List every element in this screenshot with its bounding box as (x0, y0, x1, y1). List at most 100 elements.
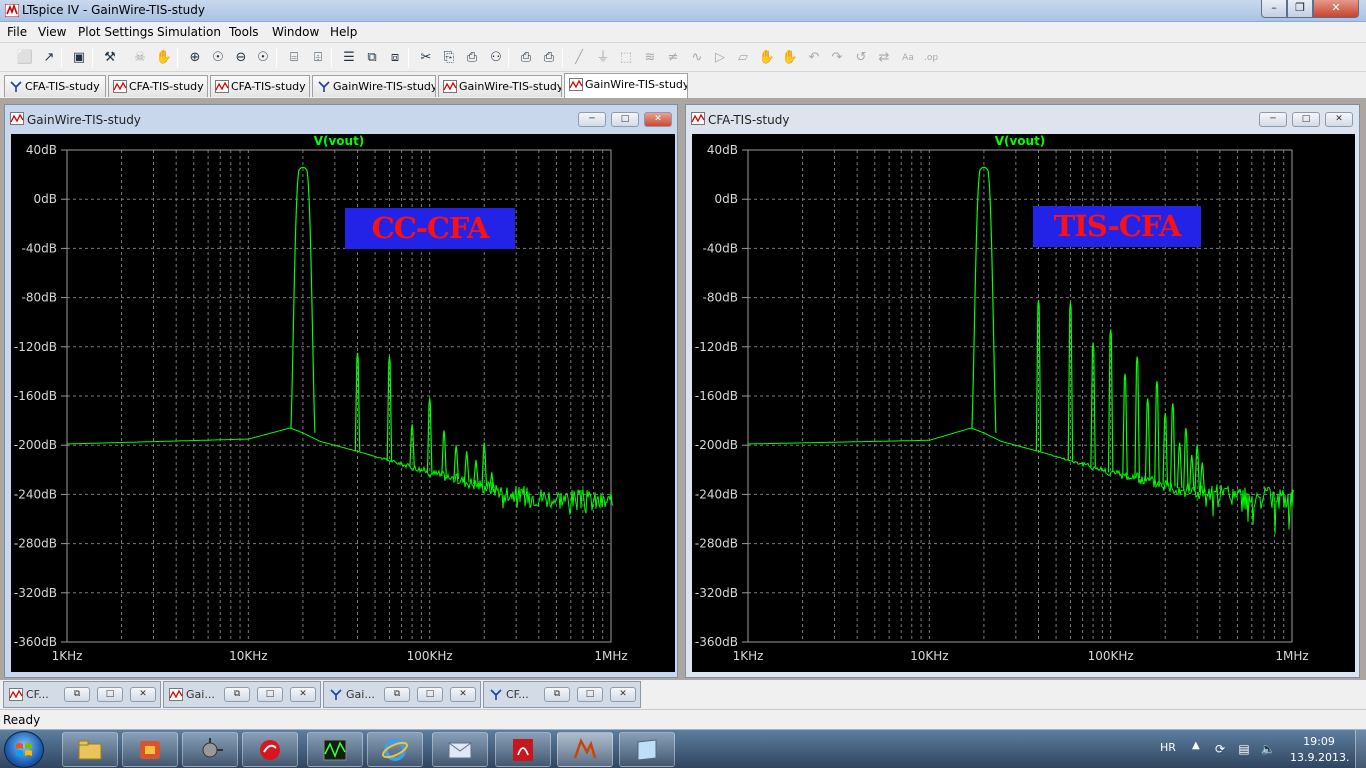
plot-window-gainwire[interactable]: GainWire-TIS-study ─ □ ✕ V(vout) 40dB 0dB -… (4, 104, 678, 678)
start-button[interactable] (4, 731, 44, 768)
pan-hand-icon[interactable]: ✋ (155, 49, 173, 67)
wire-icon[interactable]: ╱ (570, 49, 588, 67)
menu-simulation[interactable]: Simulation (157, 25, 221, 39)
ground-icon[interactable]: ⏚ (594, 49, 612, 67)
window-maximize-button[interactable]: □ (611, 112, 639, 127)
tab-plot[interactable]: CFA-TIS-study (210, 75, 310, 97)
drag-icon[interactable]: ✋ (781, 49, 799, 67)
plot-window-cfa[interactable]: CFA-TIS-study ─ □ ✕ V(vout) 40dB 0dB -40dB -… (685, 104, 1360, 678)
harmonic-peak[interactable] (1134, 356, 1140, 479)
window-maximize-button[interactable]: □ (1292, 112, 1320, 127)
show-hidden-icons-button[interactable]: ▲ (1192, 740, 1200, 751)
redo-icon[interactable]: ↷ (828, 49, 846, 67)
harmonic-peak[interactable] (463, 451, 470, 482)
zoom-in-icon[interactable]: ⊕ (186, 49, 204, 67)
harmonic-peak[interactable] (1183, 427, 1189, 490)
harmonic-peak[interactable] (1162, 413, 1169, 485)
tab-schematic[interactable]: CFA-TIS-study (4, 75, 106, 97)
settings-hammer-icon[interactable]: ⚒ (101, 49, 119, 67)
undo-icon[interactable]: ↶ (805, 49, 823, 67)
restore-button[interactable]: ⧉ (224, 687, 250, 702)
rotate-icon[interactable]: ↺ (852, 49, 870, 67)
tab-schematic[interactable]: GainWire-TIS-study (312, 75, 436, 97)
tab-plot-active[interactable]: GainWire-TIS-study (564, 73, 688, 98)
resistor-icon[interactable]: ≋ (641, 49, 659, 67)
maximize-button[interactable]: □ (257, 687, 283, 702)
paste-icon[interactable]: ⎙ (463, 49, 481, 67)
clock-time[interactable]: 19:09 (1296, 735, 1342, 748)
tab-plot[interactable]: CFA-TIS-study (108, 75, 208, 97)
inductor-icon[interactable]: ∿ (688, 49, 706, 67)
plot-trace-title[interactable]: V(vout) (995, 134, 1046, 148)
network-icon[interactable]: ▤ (1236, 741, 1252, 757)
taskbar-browser-button[interactable] (367, 732, 423, 767)
close-button[interactable]: ✕ (1313, 0, 1359, 18)
taskbar-app-button[interactable] (242, 732, 298, 767)
restore-button[interactable]: ⧉ (64, 687, 90, 702)
save-icon[interactable]: ▣ (70, 49, 88, 67)
menu-file[interactable]: File (7, 25, 27, 39)
taskbar-acrobat-button[interactable] (495, 732, 551, 767)
component-icon[interactable]: ▱ (734, 49, 752, 67)
minimized-window[interactable]: CF... ⧉ □ ✕ (3, 681, 161, 708)
show-desktop-button[interactable] (1355, 730, 1366, 768)
window-close-button[interactable]: ✕ (644, 112, 672, 127)
taskbar-app-button[interactable] (619, 732, 675, 767)
harmonic-peak[interactable] (1144, 398, 1151, 481)
mirror-icon[interactable]: ⇄ (875, 49, 893, 67)
cascade-icon[interactable]: ⧉ (363, 49, 381, 67)
print-setup-icon[interactable]: ⎙ (517, 49, 535, 67)
tab-plot[interactable]: GainWire-TIS-study (438, 75, 562, 97)
keyboard-language[interactable]: HR (1160, 741, 1176, 754)
window-close-button[interactable]: ✕ (1325, 112, 1353, 127)
harmonic-peak[interactable] (441, 430, 447, 476)
taskbar-app-button[interactable] (122, 732, 178, 767)
maximize-button[interactable]: ❐ (1287, 0, 1313, 18)
waveform-plot[interactable]: V(vout) 40dB 0dB -40dB -80dB -120dB -160dB -200… (11, 134, 675, 672)
plot-pane[interactable]: V(vout) 40dB 0dB -40dB -80dB -120dB -160dB -200… (11, 134, 675, 672)
maximize-button[interactable]: □ (97, 687, 123, 702)
taskbar-ltspice-button[interactable] (557, 732, 613, 767)
close-button[interactable]: ✕ (610, 687, 636, 702)
taskbar-explorer-button[interactable] (62, 732, 118, 767)
plot-pane[interactable]: V(vout) 40dB 0dB -40dB -80dB -120dB -160dB -200… (692, 134, 1355, 672)
text-icon[interactable]: Aa (899, 49, 917, 67)
restore-button[interactable]: ⧉ (544, 687, 570, 702)
close-button[interactable]: ✕ (130, 687, 156, 702)
update-icon[interactable]: ⟳ (1212, 741, 1228, 757)
harmonic-peak[interactable] (473, 459, 479, 485)
minimized-window[interactable]: Gai... ⧉ □ ✕ (323, 681, 481, 708)
harmonic-peak[interactable] (1122, 373, 1128, 476)
harmonic-peak[interactable] (1169, 403, 1176, 487)
cut-icon[interactable]: ✂ (417, 49, 435, 67)
find-icon[interactable]: ⚇ (487, 49, 505, 67)
taskbar-app-button[interactable] (307, 732, 363, 767)
zoom-fit-icon[interactable]: ☉ (254, 49, 272, 67)
harmonic-peak[interactable] (1176, 442, 1183, 488)
capacitor-icon[interactable]: ≠ (664, 49, 682, 67)
minimized-window[interactable]: CF... ⧉ □ ✕ (483, 681, 641, 708)
maximize-button[interactable]: □ (417, 687, 443, 702)
volume-icon[interactable]: 🔈 (1260, 741, 1276, 757)
clock-date[interactable]: 13.9.2013. (1290, 751, 1349, 764)
menu-view[interactable]: View (38, 25, 66, 39)
autorange-icon[interactable]: ⌸ (285, 49, 303, 67)
harmonic-peak[interactable] (1188, 454, 1195, 491)
waveform-plot[interactable]: V(vout) 40dB 0dB -40dB -80dB -120dB -160dB -200… (692, 134, 1355, 672)
menu-plot-settings[interactable]: Plot Settings (78, 25, 154, 39)
tile-vertical-icon[interactable]: ⧈ (386, 49, 404, 67)
zoom-area-icon[interactable]: ☉ (209, 49, 227, 67)
print-icon[interactable]: ⎙ (540, 49, 558, 67)
move-icon[interactable]: ✋ (758, 49, 776, 67)
window-minimize-button[interactable]: ─ (578, 112, 606, 127)
copy-icon[interactable]: ⎘ (440, 49, 458, 67)
fit-icon[interactable]: ⌹ (309, 49, 327, 67)
label-net-icon[interactable]: ⬚ (617, 49, 635, 67)
zoom-out-icon[interactable]: ⊖ (232, 49, 250, 67)
title-bar[interactable]: LTspice IV - GainWire-TIS-study – ❐ ✕ (0, 0, 1366, 22)
minimized-window[interactable]: Gai... ⧉ □ ✕ (163, 681, 321, 708)
menu-help[interactable]: Help (330, 25, 357, 39)
close-button[interactable]: ✕ (450, 687, 476, 702)
menu-window[interactable]: Window (272, 25, 319, 39)
trace-noise-floor[interactable] (66, 427, 614, 515)
